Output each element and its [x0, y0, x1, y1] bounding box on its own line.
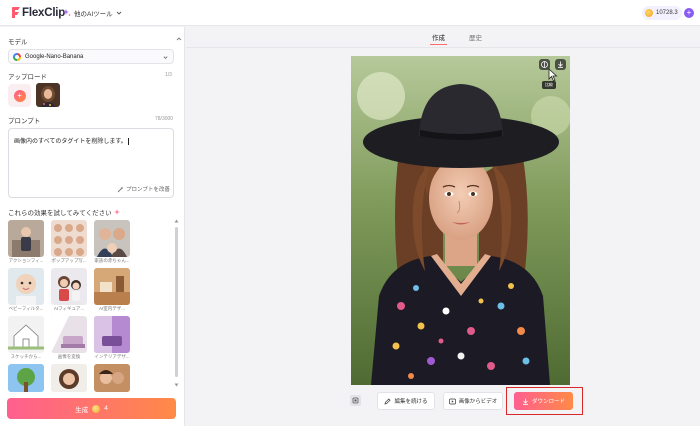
portrait-grid-thumbnail-icon	[51, 220, 87, 257]
magic-wand-icon	[117, 186, 124, 192]
effect-tile[interactable]	[8, 268, 44, 305]
effect-label: スケッチから...	[10, 354, 42, 359]
upload-icon: +	[13, 89, 26, 102]
uploaded-image-thumbnail[interactable]	[36, 83, 60, 107]
prompt-text: 画像内のすべてのタグイトを削除します。	[14, 137, 129, 145]
effect-label: 画像を変換	[57, 354, 81, 359]
upload-count: 1/3	[165, 72, 172, 78]
continue-editing-button[interactable]: 編集を続ける	[377, 392, 435, 410]
chevron-down-icon	[163, 56, 168, 59]
effect-tile[interactable]	[94, 316, 130, 353]
result-tabs: 作成 歴史	[430, 31, 484, 45]
figure-thumbnail-icon	[8, 220, 44, 257]
effect-tile[interactable]	[51, 268, 87, 305]
effect-label: インテリアデザ...	[94, 354, 130, 359]
model-select[interactable]: Google-Nano-Banana	[8, 49, 174, 64]
effect-tile[interactable]	[8, 364, 44, 392]
effect-tile[interactable]	[8, 220, 44, 257]
model-label: モデル	[8, 39, 28, 46]
room-thumbnail-icon	[51, 316, 87, 353]
house-sketch-thumbnail-icon	[8, 316, 44, 353]
download-button[interactable]: ダウンロード	[514, 392, 573, 410]
tree-thumbnail-icon	[8, 364, 44, 392]
effect-label: アクションフィ...	[8, 258, 44, 263]
upload-button[interactable]: +	[8, 84, 31, 107]
baby-thumbnail-icon	[8, 268, 44, 305]
compare-icon	[541, 61, 548, 68]
top-bar: FlexClip 他のAIツール 10728.3 +	[0, 0, 700, 26]
effect-tile[interactable]	[94, 268, 130, 305]
google-icon	[13, 52, 21, 61]
credits-value: 10728.3	[656, 10, 678, 16]
flexclip-logo[interactable]: FlexClip	[11, 5, 65, 20]
effects-scrollbar[interactable]	[174, 219, 179, 389]
pencil-icon	[385, 398, 391, 404]
square-icon	[352, 397, 359, 404]
prompt-count: 78/3000	[155, 116, 174, 122]
coin-icon	[645, 9, 653, 17]
effect-tile[interactable]	[51, 220, 87, 257]
continue-editing-label: 編集を続ける	[394, 399, 428, 405]
scroll-up-icon[interactable]	[174, 219, 179, 223]
toggle-view-button[interactable]	[350, 395, 361, 406]
credits-badge[interactable]: 10728.3	[642, 6, 682, 20]
sparkle-icon	[63, 9, 71, 17]
download-icon	[522, 398, 528, 405]
portrait-photo	[351, 56, 570, 385]
sidebar: モデル Google-Nano-Banana アップロード 1/3 + プロンプ…	[0, 27, 185, 426]
interior-thumbnail-icon	[94, 268, 130, 305]
tabs-divider	[186, 47, 700, 48]
effect-tile[interactable]	[8, 316, 44, 353]
couple-thumbnail-icon	[94, 364, 130, 392]
image-to-video-button[interactable]: 画像からビデオ	[443, 392, 503, 410]
chevron-down-icon	[116, 11, 121, 15]
app-name: FlexClip	[22, 6, 66, 19]
compare-tooltip: 比較	[542, 81, 556, 89]
effect-label: ベビーフィルタ...	[8, 306, 44, 311]
family-thumbnail-icon	[94, 220, 130, 257]
ai-tools-menu[interactable]: 他のAIツール	[63, 7, 122, 19]
mouse-cursor-icon	[548, 68, 558, 82]
woman-portrait-thumbnail-icon	[51, 364, 87, 392]
generate-label: 生成	[75, 406, 89, 414]
effect-label: AIフィギュア...	[53, 306, 85, 311]
scroll-down-icon[interactable]	[174, 383, 179, 387]
upload-label: アップロード	[8, 74, 47, 81]
coin-icon	[92, 404, 101, 413]
ai-tools-label: 他のAIツール	[74, 11, 113, 18]
model-value: Google-Nano-Banana	[25, 53, 84, 60]
toy-figure-thumbnail-icon	[51, 268, 87, 305]
effect-tile[interactable]	[94, 220, 130, 257]
effect-label: ポップアップ写...	[51, 258, 87, 263]
prompt-label: プロンプト	[8, 118, 41, 125]
download-label: ダウンロード	[531, 399, 565, 405]
generate-cost: 4	[104, 405, 108, 412]
generate-button[interactable]: 生成 4	[7, 398, 176, 419]
video-icon	[448, 398, 456, 404]
effect-tile[interactable]	[94, 364, 130, 392]
download-icon	[558, 61, 563, 68]
optimize-label: プロンプトを改善	[126, 187, 170, 193]
effects-heading: これらの効果を試してみてください	[8, 207, 120, 217]
effect-label: 家族の赤ちゃん...	[94, 258, 130, 263]
logo-mark-icon	[12, 7, 20, 18]
result-image[interactable]: 比較	[351, 56, 570, 385]
tab-create[interactable]: 作成	[430, 31, 447, 45]
sparkle-icon	[113, 209, 120, 215]
scrollbar-thumb[interactable]	[175, 227, 178, 377]
tab-history[interactable]: 歴史	[467, 31, 484, 45]
optimize-prompt-button[interactable]: プロンプトを改善	[117, 185, 170, 193]
prompt-input[interactable]: 画像内のすべてのタグイトを削除します。 プロンプトを改善	[8, 128, 174, 198]
effect-label: AI室内デザ...	[98, 306, 125, 311]
purple-room-thumbnail-icon	[94, 316, 130, 353]
effect-tile[interactable]	[51, 316, 87, 353]
add-credits-button[interactable]: +	[684, 8, 694, 18]
image-to-video-label: 画像からビデオ	[458, 399, 498, 405]
effect-tile[interactable]	[51, 364, 87, 392]
chevron-up-icon[interactable]	[176, 36, 182, 42]
